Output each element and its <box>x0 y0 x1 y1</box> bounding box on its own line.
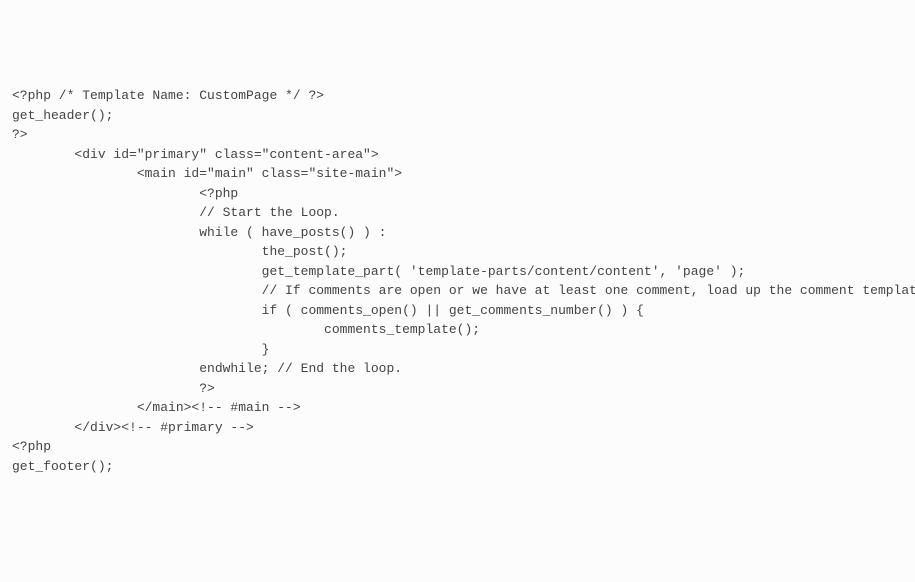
code-line: <?php <box>12 437 903 457</box>
code-line: ?> <box>12 379 903 399</box>
code-line: <?php <box>12 184 903 204</box>
code-line: if ( comments_open() || get_comments_num… <box>12 301 903 321</box>
code-line: comments_template(); <box>12 320 903 340</box>
code-line: <?php /* Template Name: CustomPage */ ?> <box>12 86 903 106</box>
code-line: // Start the Loop. <box>12 203 903 223</box>
code-line: while ( have_posts() ) : <box>12 223 903 243</box>
code-line: </div><!-- #primary --> <box>12 418 903 438</box>
code-line: get_template_part( 'template-parts/conte… <box>12 262 903 282</box>
code-line: </main><!-- #main --> <box>12 398 903 418</box>
code-line: ?> <box>12 125 903 145</box>
code-block[interactable]: <?php /* Template Name: CustomPage */ ?>… <box>12 86 903 476</box>
code-line: } <box>12 340 903 360</box>
code-line: <div id="primary" class="content-area"> <box>12 145 903 165</box>
code-line: // If comments are open or we have at le… <box>12 281 903 301</box>
code-line: get_footer(); <box>12 457 903 477</box>
code-line: <main id="main" class="site-main"> <box>12 164 903 184</box>
code-line: get_header(); <box>12 106 903 126</box>
code-line: endwhile; // End the loop. <box>12 359 903 379</box>
code-line: the_post(); <box>12 242 903 262</box>
